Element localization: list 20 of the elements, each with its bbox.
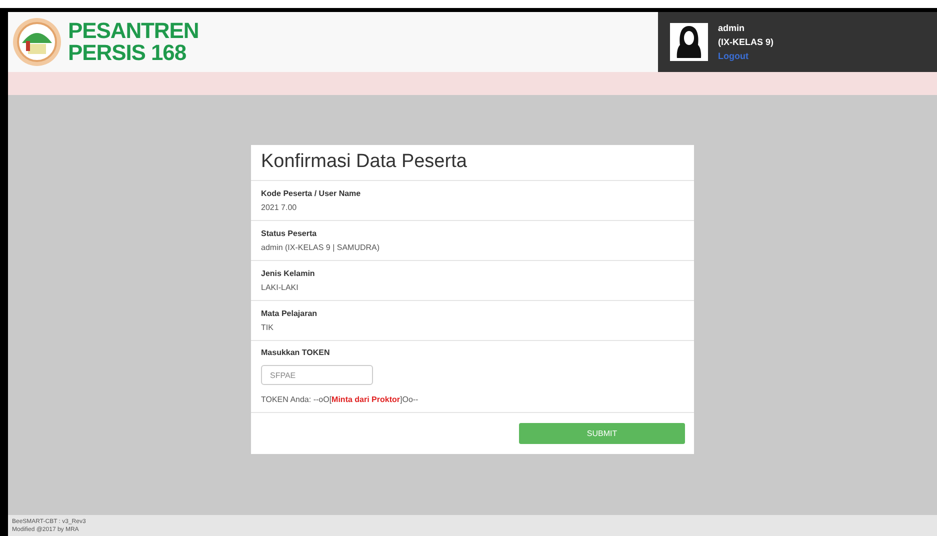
field-label: Kode Peserta / User Name <box>261 188 362 199</box>
field-value: TIK <box>261 322 274 333</box>
submit-button[interactable]: SUBMIT <box>519 423 685 444</box>
brand-subtitle: PERSIS 168 <box>68 42 188 64</box>
field-value: 2021 7.00 <box>261 202 298 213</box>
field-value: LAKI-LAKI <box>261 282 300 293</box>
field-label: Mata Pelajaran <box>261 308 318 319</box>
school-logo-icon <box>12 17 62 67</box>
card-title: Konfirmasi Data Peserta <box>261 150 467 174</box>
field-value: admin (IX-KELAS 9 | SAMUDRA) <box>261 242 381 253</box>
field-label: Status Peserta <box>261 228 318 239</box>
user-name: admin <box>718 22 746 35</box>
field-label: Masukkan TOKEN <box>261 347 331 359</box>
brand-title: PESANTREN <box>68 20 199 42</box>
user-class: (IX-KELAS 9) <box>718 36 774 49</box>
token-field[interactable]: SFPAE <box>261 365 373 385</box>
field-label: Jenis Kelamin <box>261 268 316 279</box>
logout-link[interactable]: Logout <box>718 49 774 63</box>
token-note: TOKEN Anda: --oO[Minta dari Proktor]Oo-- <box>261 394 420 406</box>
avatar-icon <box>670 23 708 61</box>
